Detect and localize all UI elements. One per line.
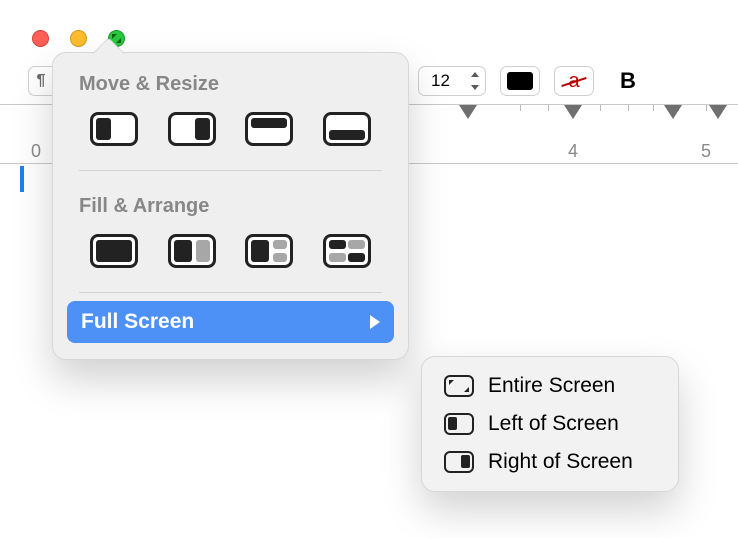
chevron-updown-icon [471,72,479,90]
close-window-button[interactable] [32,30,49,47]
ruler-number: 0 [31,141,41,162]
text-cursor [20,166,24,192]
tab-stop-marker[interactable] [459,105,477,119]
tile-bottom-half[interactable] [308,106,386,152]
left-of-screen-icon [444,413,474,435]
arrange-quarters[interactable] [308,228,386,274]
arrange-left-primary[interactable] [153,228,231,274]
submenu-left-of-screen[interactable]: Left of Screen [422,405,678,443]
ruler-tick [628,105,629,111]
submenu-label: Right of Screen [488,450,633,474]
section-header-fill-arrange: Fill & Arrange [53,175,408,228]
ruler-number: 5 [701,141,711,162]
chevron-right-icon [370,315,380,329]
tile-left-half[interactable] [75,106,153,152]
strike-char: a [568,70,579,93]
text-color-swatch[interactable] [500,66,540,96]
submenu-entire-screen[interactable]: Entire Screen [422,367,678,405]
minimize-window-button[interactable] [70,30,87,47]
ruler-tick [548,105,549,111]
ruler-tick [706,105,707,111]
submenu-right-of-screen[interactable]: Right of Screen [422,443,678,481]
bold-char: B [620,68,636,94]
font-size-picker[interactable]: 12 [418,66,486,96]
submenu-label: Left of Screen [488,412,619,436]
ruler-tick [653,105,654,111]
pilcrow-icon: ¶ [37,72,46,90]
tile-top-half[interactable] [231,106,309,152]
font-size-value: 12 [425,71,450,91]
strikethrough-button[interactable]: a [554,66,594,96]
ruler-tick [600,105,601,111]
full-screen-menu-item[interactable]: Full Screen [67,301,394,343]
window-tiling-popover: Move & Resize Fill & Arrange Full Screen [52,52,409,360]
arrange-left-and-stacked[interactable] [231,228,309,274]
right-of-screen-icon [444,451,474,473]
bold-button[interactable]: B [608,66,648,96]
entire-screen-icon [444,375,474,397]
color-swatch-icon [507,72,533,90]
tab-stop-marker[interactable] [564,105,582,119]
fill-screen[interactable] [75,228,153,274]
tab-stop-marker[interactable] [664,105,682,119]
ruler-tick [520,105,521,111]
tile-right-half[interactable] [153,106,231,152]
full-screen-submenu: Entire Screen Left of Screen Right of Sc… [421,356,679,492]
full-screen-label: Full Screen [81,310,194,334]
submenu-label: Entire Screen [488,374,615,398]
tab-stop-marker[interactable] [709,105,727,119]
ruler-number: 4 [568,141,578,162]
